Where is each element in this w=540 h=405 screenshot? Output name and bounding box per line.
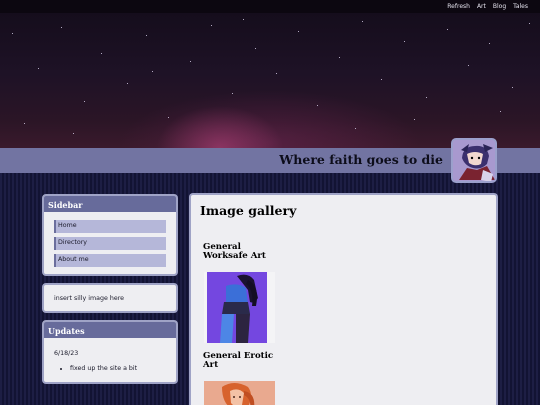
header-banner-image — [0, 13, 540, 148]
category-label-worksafe: General Worksafe Art — [203, 242, 266, 261]
gallery-panel: Image gallery General Worksafe Art Gener… — [189, 193, 498, 405]
image-placeholder-text: insert silly image here — [54, 295, 125, 302]
sidebar-item-about-me[interactable]: About me — [54, 254, 166, 267]
update-date: 6/18/23 — [54, 350, 79, 357]
site-title: Where faith goes to die — [279, 152, 443, 167]
sidebar-panel: Sidebar Home Directory About me — [42, 194, 178, 276]
sidebar-item-home[interactable]: Home — [54, 220, 166, 233]
nav-link-tales[interactable]: Tales — [513, 3, 528, 10]
page-title: Image gallery — [200, 203, 297, 218]
top-nav: Refresh Art Blog Tales — [0, 0, 540, 13]
sidebar-image-box: insert silly image here — [42, 283, 178, 313]
sidebar-item-directory[interactable]: Directory — [54, 237, 166, 250]
updates-panel: Updates 6/18/23 fixed up the site a bit — [42, 320, 178, 384]
sidebar-heading: Sidebar — [44, 196, 176, 212]
updates-heading: Updates — [44, 322, 176, 338]
update-entry: fixed up the site a bit — [70, 365, 137, 372]
worksafe-art-image — [204, 272, 275, 343]
category-label-erotic: General Erotic Art — [203, 351, 274, 370]
avatar-illustration — [453, 140, 495, 181]
erotic-art-image — [204, 381, 275, 405]
erotic-art-thumbnail[interactable] — [204, 381, 275, 405]
update-list: fixed up the site a bit — [70, 365, 137, 372]
nav-link-blog[interactable]: Blog — [493, 3, 506, 10]
worksafe-art-thumbnail[interactable] — [204, 272, 275, 343]
nav-link-art[interactable]: Art — [477, 3, 486, 10]
avatar — [451, 138, 497, 183]
nav-link-refresh[interactable]: Refresh — [447, 3, 470, 10]
